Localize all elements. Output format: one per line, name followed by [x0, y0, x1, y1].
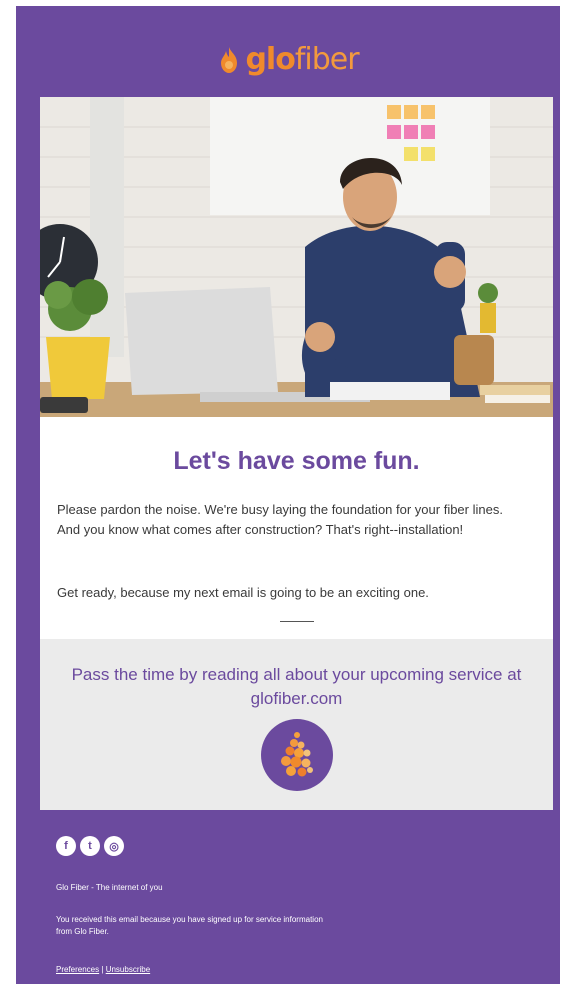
- social-links: f t ◎: [56, 836, 124, 856]
- footer-notice: You received this email because you have…: [56, 915, 323, 936]
- body-paragraph-1: Please pardon the noise. We're busy layi…: [57, 502, 503, 537]
- preferences-link[interactable]: Preferences: [56, 965, 99, 974]
- cta-section: Pass the time by reading all about your …: [40, 639, 553, 810]
- logo-text-fiber: fiber: [294, 42, 360, 77]
- footer-separator: |: [101, 965, 104, 974]
- twitter-icon[interactable]: t: [80, 836, 100, 856]
- logo-text-glo: glo: [245, 42, 295, 77]
- facebook-icon[interactable]: f: [56, 836, 76, 856]
- body-paragraph-2: Get ready, because my next email is goin…: [57, 585, 429, 600]
- cta-text: Pass the time by reading all about your …: [60, 663, 533, 711]
- celebrating-man-laptop-photo: [40, 97, 553, 417]
- glofiber-logo[interactable]: glofiber: [16, 38, 560, 82]
- footer-links: Preferences | Unsubscribe: [56, 964, 150, 976]
- divider: [280, 621, 314, 622]
- instagram-icon[interactable]: ◎: [104, 836, 124, 856]
- footer-tagline: Glo Fiber - The internet of you: [56, 883, 163, 892]
- unsubscribe-link[interactable]: Unsubscribe: [106, 965, 150, 974]
- glofiber-link[interactable]: glofiber.com: [251, 689, 343, 708]
- cta-text-main: Pass the time by reading all about your …: [71, 665, 522, 684]
- flame-dots-icon: [281, 732, 313, 777]
- flame-icon[interactable]: [261, 719, 333, 791]
- flame-logo-icon: [221, 47, 238, 73]
- hero-image: [40, 97, 553, 417]
- headline: Let's have some fun.: [173, 447, 420, 475]
- email-frame: glofiber Let's have some fun. Please par…: [16, 6, 560, 984]
- main-content: Let's have some fun. Please pardon the n…: [40, 417, 553, 639]
